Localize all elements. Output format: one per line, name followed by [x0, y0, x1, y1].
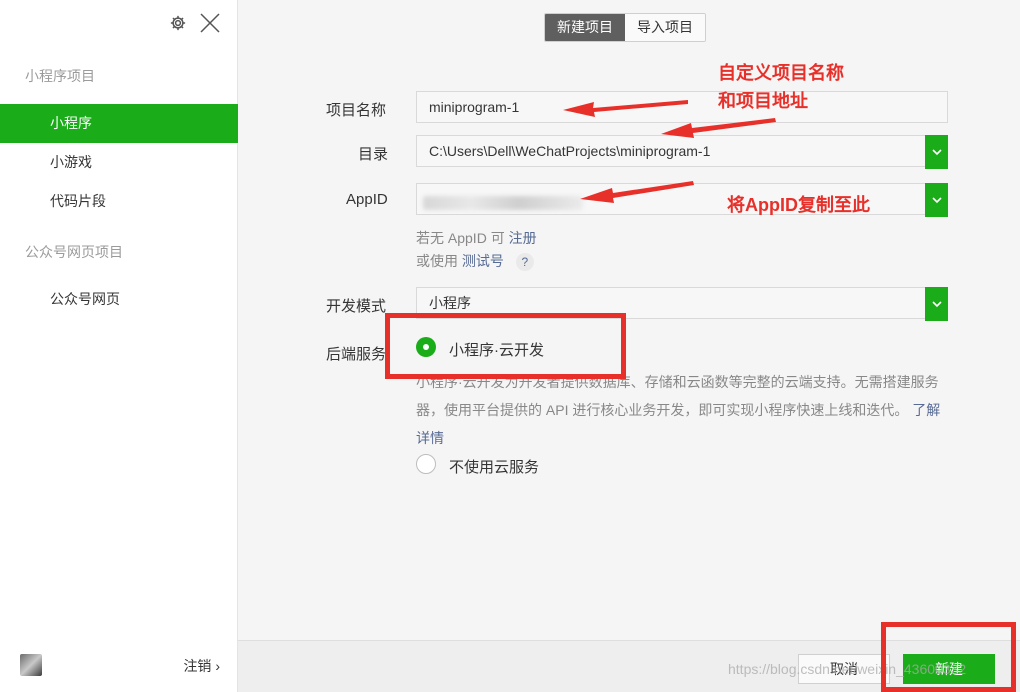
- backend-label: 后端服务: [326, 346, 387, 363]
- cancel-button[interactable]: 取消: [798, 654, 890, 684]
- logout-label: 注销: [183, 658, 212, 674]
- dev-mode-dropdown-button[interactable]: [925, 287, 948, 321]
- register-link[interactable]: 注册: [509, 230, 537, 246]
- appid-label: AppID: [346, 191, 388, 208]
- project-tabs: 新建项目 导入项目: [544, 13, 706, 42]
- project-name-label: 项目名称: [326, 102, 387, 119]
- test-account-link[interactable]: 测试号: [462, 253, 504, 269]
- radio-no-cloud[interactable]: [416, 454, 436, 474]
- project-name-input[interactable]: [429, 92, 947, 122]
- highlight-cloud-dev-box: [385, 313, 626, 379]
- sidebar-item-miniprogram[interactable]: 小程序: [0, 104, 238, 143]
- chevron-down-icon: [931, 301, 942, 308]
- cloud-dev-description: 小程序·云开发为开发者提供数据库、存储和云函数等完整的云端支持。无需搭建服务器，…: [416, 368, 950, 452]
- annotation-custom-line1: 自定义项目名称: [718, 63, 844, 83]
- sidebar-top-icons: [169, 12, 221, 34]
- sidebar: 小程序项目 小程序 小游戏 代码片段 公众号网页项目 公众号网页 注销 ›: [0, 0, 238, 692]
- directory-field[interactable]: C:\Users\Dell\WeChatProjects\miniprogram…: [416, 135, 948, 169]
- highlight-create-button-box: [881, 622, 1016, 692]
- tab-new-project[interactable]: 新建项目: [545, 14, 625, 41]
- annotation-custom-line2: 和项目地址: [718, 91, 808, 111]
- sidebar-group-official-web: 公众号网页项目: [25, 244, 123, 260]
- project-name-field[interactable]: [416, 91, 948, 123]
- avatar[interactable]: [20, 654, 42, 676]
- directory-value: C:\Users\Dell\WeChatProjects\miniprogram…: [429, 143, 711, 159]
- directory-dropdown-button[interactable]: [925, 135, 948, 169]
- sidebar-item-code-snippet[interactable]: 代码片段: [0, 182, 238, 221]
- sidebar-group-miniprogram: 小程序项目: [25, 68, 95, 84]
- appid-dropdown-button[interactable]: [925, 183, 948, 217]
- appid-blurred-value: [423, 196, 583, 210]
- sidebar-item-minigame[interactable]: 小游戏: [0, 143, 238, 182]
- dev-mode-label: 开发模式: [326, 298, 387, 315]
- no-cloud-option-label[interactable]: 不使用云服务: [449, 456, 539, 477]
- sidebar-footer: 注销 ›: [0, 640, 238, 692]
- chevron-right-icon: ›: [215, 658, 220, 674]
- annotation-appid-note: 将AppID复制至此: [727, 195, 870, 215]
- cloud-dev-description-text: 小程序·云开发为开发者提供数据库、存储和云函数等完整的云端支持。无需搭建服务器，…: [416, 374, 939, 418]
- or-use-text: 或使用: [416, 253, 458, 269]
- chevron-down-icon: [931, 149, 942, 156]
- gear-icon[interactable]: [169, 14, 187, 32]
- logout-link[interactable]: 注销 ›: [183, 656, 220, 676]
- tab-import-project[interactable]: 导入项目: [625, 14, 705, 41]
- no-appid-hint: 若无 AppID 可 注册: [416, 228, 537, 248]
- close-icon[interactable]: [199, 12, 221, 34]
- dev-mode-value: 小程序: [429, 295, 471, 311]
- help-icon[interactable]: ?: [515, 253, 534, 272]
- chevron-down-icon: [931, 197, 942, 204]
- sidebar-item-official-web[interactable]: 公众号网页: [0, 280, 238, 319]
- directory-label: 目录: [358, 146, 389, 163]
- main-panel: 新建项目 导入项目 项目名称 目录 C:\Users\Dell\WeChatPr…: [238, 0, 1020, 692]
- no-appid-text: 若无 AppID 可: [416, 230, 505, 246]
- test-account-hint: 或使用 测试号 ?: [416, 251, 534, 272]
